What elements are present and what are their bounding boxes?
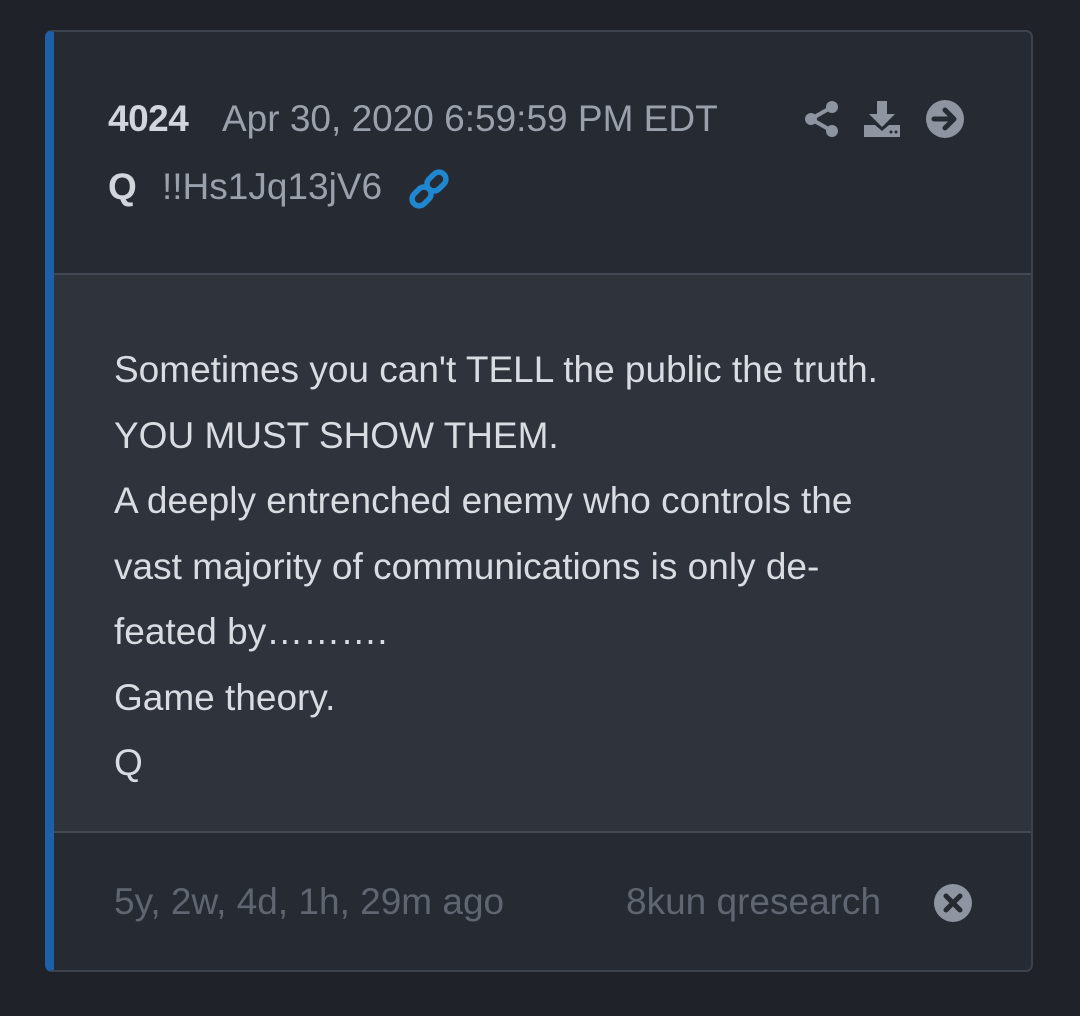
post-line: A deeply entrenched enemy who controls t…	[114, 480, 853, 521]
download-icon[interactable]	[862, 99, 902, 139]
post-footer: 5y, 2w, 4d, 1h, 29m ago 8kun qresearch	[54, 833, 1031, 970]
post-line: Q	[114, 742, 143, 783]
post-date: Apr 30, 2020 6:59:59 PM EDT	[222, 98, 718, 139]
post-line: Game theory.	[114, 676, 336, 718]
post-line: YOU MUST SHOW THEM.	[114, 414, 559, 456]
post-line: vast majority of communications is only …	[114, 545, 820, 587]
post-age: 5y, 2w, 4d, 1h, 29m ago	[114, 881, 505, 922]
share-icon[interactable]	[802, 99, 842, 139]
post-line: feated by……….	[114, 611, 388, 652]
post-number: 4024	[108, 98, 189, 139]
post-body-text: Sometimes you can't TELL the public the …	[114, 337, 991, 796]
post-card: 4024 Apr 30, 2020 6:59:59 PM EDT Q !!Hs1…	[45, 30, 1033, 972]
post-line: Sometimes you can't TELL the public the …	[114, 349, 878, 390]
link-icon[interactable]	[408, 168, 450, 210]
post-header: 4024 Apr 30, 2020 6:59:59 PM EDT Q !!Hs1…	[54, 32, 1031, 275]
post-body: Sometimes you can't TELL the public the …	[54, 275, 1031, 833]
post-tripcode: !!Hs1Jq13jV6	[162, 166, 383, 207]
arrow-right-circle-icon[interactable]	[925, 99, 965, 139]
post-author: Q	[108, 166, 137, 207]
close-circle-icon[interactable]	[933, 883, 973, 923]
post-source: 8kun qresearch	[626, 881, 882, 922]
